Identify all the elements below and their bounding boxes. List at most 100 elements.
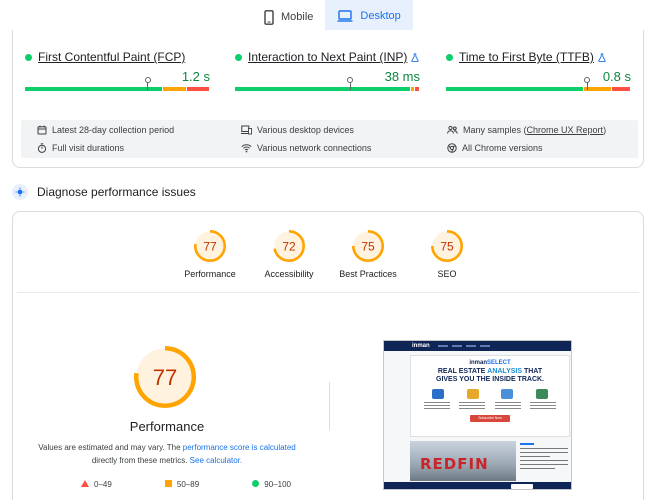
tab-desktop-label: Desktop xyxy=(360,9,401,22)
legend-good: 90–100 xyxy=(252,480,291,489)
distribution-segment-poor xyxy=(415,87,419,91)
metric-inp-distribution xyxy=(235,77,420,91)
score-best-practices[interactable]: 75 Best Practices xyxy=(323,229,413,279)
thumb-feature-icons xyxy=(411,389,569,399)
main-performance-label: Performance xyxy=(129,419,205,434)
note-text-1: Values are estimated and may vary. The xyxy=(38,443,183,452)
vertical-separator xyxy=(329,382,330,430)
score-performance[interactable]: 77 Performance xyxy=(165,229,255,279)
see-calculator-link[interactable]: See calculator. xyxy=(190,456,242,465)
note-text-2: directly from these metrics. xyxy=(91,456,190,465)
diagnose-title: Diagnose performance issues xyxy=(37,185,196,199)
score-seo[interactable]: 75 SEO xyxy=(402,229,492,279)
device-tabs: Mobile Desktop xyxy=(252,0,413,34)
tab-mobile[interactable]: Mobile xyxy=(252,0,325,34)
metric-inp: Interaction to Next Paint (INP) 38 ms xyxy=(235,50,420,91)
thumb-headline: REAL ESTATE ANALYSIS THAT GIVES YOU THE … xyxy=(436,368,544,383)
distribution-segment-good xyxy=(25,87,162,91)
gauge-score-value: 75 xyxy=(440,239,454,253)
info-samples-prefix: Many samples ( xyxy=(463,125,527,135)
metric-fcp-distribution xyxy=(25,77,210,91)
distribution-segment-ni xyxy=(162,87,187,91)
thumb-sidebar xyxy=(520,441,570,481)
main-performance-gauge: 77 xyxy=(134,346,196,408)
metric-fcp-value: 1.2 s xyxy=(181,69,210,84)
calendar-icon xyxy=(37,125,47,135)
gauge-score-value: 72 xyxy=(282,239,296,253)
info-chrome-versions: All Chrome versions xyxy=(447,143,543,153)
gauge-score-value: 77 xyxy=(153,365,177,390)
thumb-brand: inman xyxy=(412,343,430,349)
distribution-segment-good xyxy=(235,87,410,91)
distribution-segment-ni xyxy=(410,87,415,91)
gauge-best-practices: 75 xyxy=(352,230,384,262)
legend-poor-range: 0–49 xyxy=(94,480,112,489)
distribution-segment-poor xyxy=(187,87,209,91)
percentile-marker xyxy=(347,77,354,90)
tab-mobile-label: Mobile xyxy=(281,11,314,23)
info-collection-text: Latest 28-day collection period xyxy=(52,125,175,135)
stopwatch-icon xyxy=(37,143,47,153)
thumb-promo-panel: inmanSELECT REAL ESTATE ANALYSIS THAT GI… xyxy=(410,355,570,437)
square-icon xyxy=(164,480,172,489)
metric-inp-value: 38 ms xyxy=(384,69,420,84)
chrome-icon xyxy=(447,143,457,153)
score-accessibility-label: Accessibility xyxy=(264,269,314,279)
wifi-icon xyxy=(241,144,252,153)
thumb-navbar: inman xyxy=(384,341,571,351)
score-performance-label: Performance xyxy=(184,269,236,279)
metric-fcp-link[interactable]: First Contentful Paint (FCP) xyxy=(38,50,185,64)
metric-fcp: First Contentful Paint (FCP) 1.2 s xyxy=(25,50,210,91)
laptop-icon xyxy=(337,9,353,22)
metric-inp-link[interactable]: Interaction to Next Paint (INP) xyxy=(248,50,407,64)
score-accessibility[interactable]: 72 Accessibility xyxy=(244,229,334,279)
experimental-flask-icon xyxy=(598,52,606,62)
metric-ttfb-link[interactable]: Time to First Byte (TTFB) xyxy=(459,50,594,64)
triangle-icon xyxy=(81,480,89,489)
chrome-ux-report-link[interactable]: Chrome UX Report xyxy=(527,125,604,135)
legend-average-range: 50–89 xyxy=(176,480,200,489)
info-network: Various network connections xyxy=(241,143,371,153)
info-devices: Various desktop devices xyxy=(241,125,354,135)
collection-info-panel: Latest 28-day collection period Full vis… xyxy=(21,120,638,158)
lab-data-card: 77 Performance 72 Accessibility 75 Best … xyxy=(12,211,644,500)
percentile-marker xyxy=(584,77,591,90)
metric-ttfb-value: 0.8 s xyxy=(602,69,631,84)
field-data-card: First Contentful Paint (FCP) 1.2 s Inter… xyxy=(12,30,644,168)
info-samples-suffix: ) xyxy=(603,125,607,135)
status-dot-good xyxy=(235,53,242,61)
experimental-flask-icon xyxy=(411,52,420,62)
gauge-seo: 75 xyxy=(431,230,463,262)
thumb-photo: REDFIN xyxy=(410,441,516,481)
legend-average: 50–89 xyxy=(164,480,200,489)
metric-ttfb-distribution xyxy=(446,77,631,91)
distribution-segment-poor xyxy=(611,87,630,91)
status-dot-good xyxy=(25,53,32,61)
gauge-accessibility: 72 xyxy=(273,230,305,262)
thumb-photo-text: REDFIN xyxy=(420,455,489,473)
info-durations-text: Full visit durations xyxy=(52,143,125,153)
tab-desktop[interactable]: Desktop xyxy=(325,0,413,34)
info-network-text: Various network connections xyxy=(257,143,372,153)
estimate-note: Values are estimated and may vary. The p… xyxy=(33,441,301,467)
diagnose-icon xyxy=(12,184,28,200)
info-chrome-text: All Chrome versions xyxy=(462,143,543,153)
legend-poor: 0–49 xyxy=(81,480,112,489)
info-samples: Many samples (Chrome UX Report) xyxy=(447,125,606,135)
circle-icon xyxy=(252,480,260,489)
distribution-segment-good xyxy=(446,87,583,91)
distribution-segment-ni xyxy=(583,87,611,91)
devices-icon xyxy=(241,125,252,135)
performance-score-link[interactable]: performance score is calculated xyxy=(183,443,296,452)
info-collection-period: Latest 28-day collection period xyxy=(37,125,174,135)
score-seo-label: SEO xyxy=(437,269,457,279)
people-icon xyxy=(447,125,458,134)
smartphone-icon xyxy=(264,9,274,25)
section-divider xyxy=(17,292,639,293)
gauge-score-value: 77 xyxy=(203,239,217,253)
thumb-cta: Subscribe Now xyxy=(470,415,510,422)
gauge-score-value: 75 xyxy=(361,239,375,253)
page-screenshot-thumbnail: inman inmanSELECT REAL ESTATE ANALYSIS T… xyxy=(383,340,572,490)
thumb-footer xyxy=(384,482,571,489)
gauge-performance: 77 xyxy=(194,230,226,262)
